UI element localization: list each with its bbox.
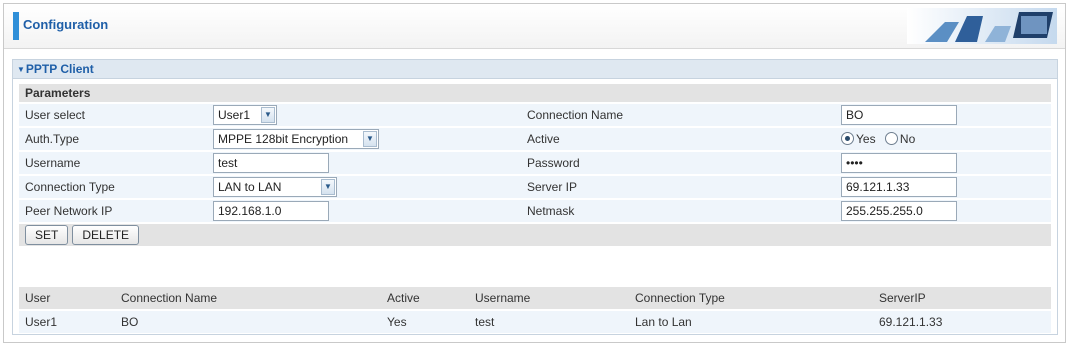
netmask-label: Netmask [521, 200, 835, 222]
username-label: Username [19, 152, 207, 174]
server-ip-label: Server IP [521, 176, 835, 198]
user-select-dropdown[interactable]: User1 ▼ [213, 105, 277, 125]
page-title: Configuration [23, 17, 109, 32]
param-row: User select User1 ▼ Connection Name [19, 104, 1051, 126]
page-header: Configuration [4, 4, 1065, 49]
header-accent-bar [13, 12, 19, 40]
table-cell: 69.121.1.33 [873, 311, 1051, 333]
active-no-label: No [899, 132, 916, 146]
column-header: Connection Name [115, 287, 381, 309]
server-ip-input[interactable] [841, 177, 957, 197]
param-row: Auth.Type MPPE 128bit Encryption ▼ Active… [19, 128, 1051, 150]
section-title: PPTP Client [25, 62, 94, 76]
auth-type-label: Auth.Type [19, 128, 207, 150]
config-frame: Configuration ▼PPTP Client Parameters Us… [3, 3, 1066, 343]
chevron-down-icon: ▼ [261, 107, 275, 123]
netmask-input[interactable] [841, 201, 957, 221]
peer-network-ip-input[interactable] [213, 201, 329, 221]
column-header: Active [381, 287, 469, 309]
parameters-heading-row: Parameters [19, 84, 1051, 102]
table-cell: User1 [19, 311, 115, 333]
peer-network-ip-label: Peer Network IP [19, 200, 207, 222]
param-row: Connection Type LAN to LAN ▼ Server IP [19, 176, 1051, 198]
username-input[interactable] [213, 153, 329, 173]
user-select-label: User select [19, 104, 207, 126]
password-label: Password [521, 152, 835, 174]
connection-name-input[interactable] [841, 105, 957, 125]
chevron-down-icon: ▼ [363, 131, 377, 147]
param-row: Peer Network IP Netmask [19, 200, 1051, 222]
active-label: Active [521, 128, 835, 150]
connection-type-label: Connection Type [19, 176, 207, 198]
connection-type-dropdown[interactable]: LAN to LAN ▼ [213, 177, 337, 197]
column-header: Connection Type [629, 287, 873, 309]
active-yes-radio[interactable] [841, 132, 854, 145]
collapse-triangle-icon: ▼ [17, 65, 25, 74]
connections-table: User Connection Name Active Username Con… [19, 285, 1051, 335]
auth-type-dropdown[interactable]: MPPE 128bit Encryption ▼ [213, 129, 379, 149]
banner-image [907, 8, 1057, 44]
active-no-radio[interactable] [884, 132, 898, 145]
parameters-table: Parameters User select User1 ▼ Connection… [19, 82, 1051, 248]
delete-button[interactable]: DELETE [72, 225, 140, 245]
table-cell: test [469, 311, 629, 333]
set-button[interactable]: SET [25, 225, 69, 245]
active-yes-label: Yes [856, 132, 876, 146]
button-row: SET DELETE [19, 224, 1051, 246]
chevron-down-icon: ▼ [321, 179, 335, 195]
table-cell: Yes [381, 311, 469, 333]
connection-name-label: Connection Name [521, 104, 835, 126]
param-row: Username Password [19, 152, 1051, 174]
column-header: ServerIP [873, 287, 1051, 309]
table-row[interactable]: User1 BO Yes test Lan to Lan 69.121.1.33 [19, 311, 1051, 333]
table-cell: Lan to Lan [629, 311, 873, 333]
parameters-heading: Parameters [19, 84, 1051, 102]
column-header: User [19, 287, 115, 309]
table-cell: BO [115, 311, 381, 333]
table-header-row: User Connection Name Active Username Con… [19, 287, 1051, 309]
column-header: Username [469, 287, 629, 309]
password-input[interactable] [841, 153, 957, 173]
pptp-client-panel: ▼PPTP Client Parameters User select User… [12, 59, 1058, 335]
section-header[interactable]: ▼PPTP Client [13, 60, 1057, 79]
